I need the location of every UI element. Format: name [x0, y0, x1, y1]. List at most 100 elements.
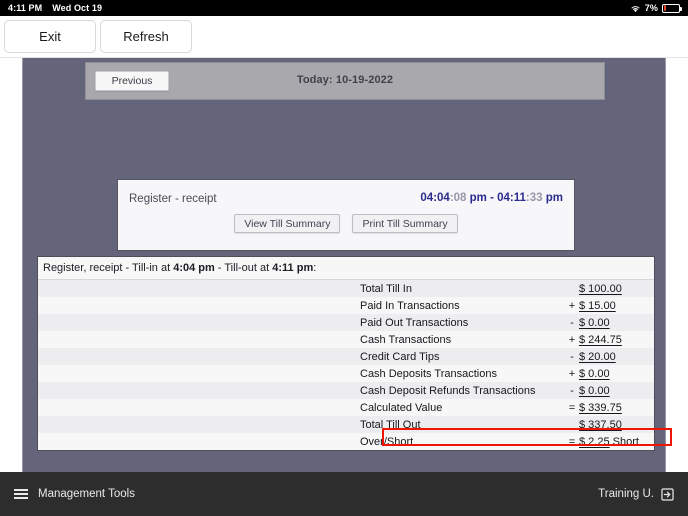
row-spacer — [38, 331, 360, 348]
bottom-navigation-bar: Management Tools Training U. — [0, 472, 688, 516]
row-value-amount: $ 15.00 — [579, 300, 616, 312]
row-value-amount: $ 0.00 — [579, 385, 610, 397]
row-label: Paid Out Transactions — [360, 314, 565, 331]
row-value-amount: $ 339.75 — [579, 402, 622, 414]
row-operator: - — [565, 348, 579, 365]
row-value: $ 15.00 — [579, 297, 654, 314]
today-date-label: Today: 10-19-2022 — [86, 74, 604, 86]
row-label: Total Till Out — [360, 416, 565, 433]
time-range-separator: - — [487, 192, 497, 204]
row-operator: + — [565, 365, 579, 382]
print-till-summary-button[interactable]: Print Till Summary — [352, 214, 457, 233]
row-spacer — [38, 433, 360, 450]
row-spacer — [38, 297, 360, 314]
view-till-summary-button[interactable]: View Till Summary — [234, 214, 340, 233]
row-label: Credit Card Tips — [360, 348, 565, 365]
hamburger-icon[interactable] — [14, 489, 28, 499]
refresh-button[interactable]: Refresh — [100, 20, 192, 53]
row-value-amount: $ 337.50 — [579, 419, 622, 431]
row-value: $ 100.00 — [579, 280, 654, 297]
till-summary-table: Total Till In $ 100.00 Paid In Transaction… — [38, 280, 654, 450]
row-value-amount: $ 2.25 — [579, 436, 610, 448]
row-operator — [565, 280, 579, 297]
row-spacer — [38, 348, 360, 365]
management-tools-button[interactable]: Management Tools — [14, 488, 135, 500]
row-operator — [565, 416, 579, 433]
row-spacer — [38, 399, 360, 416]
till-summary-table-body: Total Till In $ 100.00 Paid In Transaction… — [38, 280, 654, 450]
row-operator: = — [565, 433, 579, 450]
row-label: Cash Deposit Refunds Transactions — [360, 382, 565, 399]
exit-button[interactable]: Exit — [4, 20, 96, 53]
table-row: Paid Out Transactions-$ 0.00 — [38, 314, 654, 331]
app-canvas: Previous Today: 10-19-2022 Register - re… — [22, 58, 666, 472]
row-value-amount: $ 0.00 — [579, 317, 610, 329]
row-value: $ 339.75 — [579, 399, 654, 416]
table-row: Credit Card Tips-$ 20.00 — [38, 348, 654, 365]
table-row: Calculated Value=$ 339.75 — [38, 399, 654, 416]
row-label: Total Till In — [360, 280, 565, 297]
status-indicators: 7% — [630, 3, 680, 13]
till-in-time-seconds: :08 — [450, 192, 467, 204]
battery-icon — [662, 4, 680, 13]
row-spacer — [38, 365, 360, 382]
row-spacer — [38, 280, 360, 297]
row-operator: - — [565, 382, 579, 399]
user-name-label: Training U. — [598, 488, 654, 500]
till-summary-panel: Register, receipt - Till-in at 4:04 pm -… — [37, 256, 655, 451]
row-label: Paid In Transactions — [360, 297, 565, 314]
row-value-amount: $ 100.00 — [579, 283, 622, 295]
row-value: $ 0.00 — [579, 365, 654, 382]
table-row: Paid In Transactions+$ 15.00 — [38, 297, 654, 314]
table-row: Cash Deposits Transactions+$ 0.00 — [38, 365, 654, 382]
row-value: $ 337.50 — [579, 416, 654, 433]
row-label: Cash Deposits Transactions — [360, 365, 565, 382]
till-out-time: 4:11 pm — [272, 262, 313, 274]
row-operator: - — [565, 314, 579, 331]
row-label: Over/Short — [360, 433, 565, 450]
os-status-bar: 4:11 PM Wed Oct 19 7% — [0, 0, 688, 16]
row-label: Cash Transactions — [360, 331, 565, 348]
app-viewport: Previous Today: 10-19-2022 Register - re… — [0, 58, 688, 472]
till-in-time-main: 04:04 — [420, 192, 449, 204]
till-in-time: 4:04 pm — [173, 262, 215, 274]
row-value-amount: $ 0.00 — [579, 368, 610, 380]
receipt-card-title: Register - receipt — [129, 193, 217, 205]
row-value-amount: $ 244.75 — [579, 334, 622, 346]
table-row: Total Till In $ 100.00 — [38, 280, 654, 297]
row-value: $ 2.25 Short — [579, 433, 654, 450]
table-row: Cash Deposit Refunds Transactions-$ 0.00 — [38, 382, 654, 399]
row-spacer — [38, 382, 360, 399]
row-value-amount: $ 20.00 — [579, 351, 616, 363]
row-value: $ 0.00 — [579, 314, 654, 331]
row-value-suffix: Short — [610, 436, 639, 448]
table-row: Cash Transactions+$ 244.75 — [38, 331, 654, 348]
row-value: $ 20.00 — [579, 348, 654, 365]
register-receipt-card: Register - receipt 04:04:08 pm - 04:11:3… — [117, 179, 575, 251]
till-out-time-ampm: pm — [543, 192, 563, 204]
row-value: $ 244.75 — [579, 331, 654, 348]
status-time: 4:11 PM — [8, 3, 42, 13]
row-label: Calculated Value — [360, 399, 565, 416]
row-operator: + — [565, 331, 579, 348]
till-header-middle: - Till-out at — [215, 262, 272, 274]
till-out-time-seconds: :33 — [526, 192, 543, 204]
till-header-suffix: : — [313, 262, 316, 274]
row-value: $ 0.00 — [579, 382, 654, 399]
till-summary-header: Register, receipt - Till-in at 4:04 pm -… — [38, 257, 654, 280]
row-spacer — [38, 314, 360, 331]
wifi-icon — [630, 4, 641, 13]
till-out-time-main: 04:11 — [497, 192, 526, 204]
till-header-prefix: Register, receipt - Till-in at — [43, 262, 173, 274]
row-spacer — [38, 416, 360, 433]
app-toolbar: Exit Refresh — [0, 16, 688, 58]
day-navigation-bar: Previous Today: 10-19-2022 — [85, 62, 605, 100]
table-row: Over/Short=$ 2.25 Short — [38, 433, 654, 450]
battery-percent: 7% — [645, 3, 658, 13]
receipt-card-header: Register - receipt 04:04:08 pm - 04:11:3… — [118, 180, 574, 213]
till-in-time-ampm: pm — [466, 192, 486, 204]
receipt-card-actions: View Till Summary Print Till Summary — [118, 214, 574, 233]
logout-icon[interactable] — [661, 488, 674, 501]
table-row: Total Till Out $ 337.50 — [38, 416, 654, 433]
user-session-area[interactable]: Training U. — [598, 488, 674, 501]
